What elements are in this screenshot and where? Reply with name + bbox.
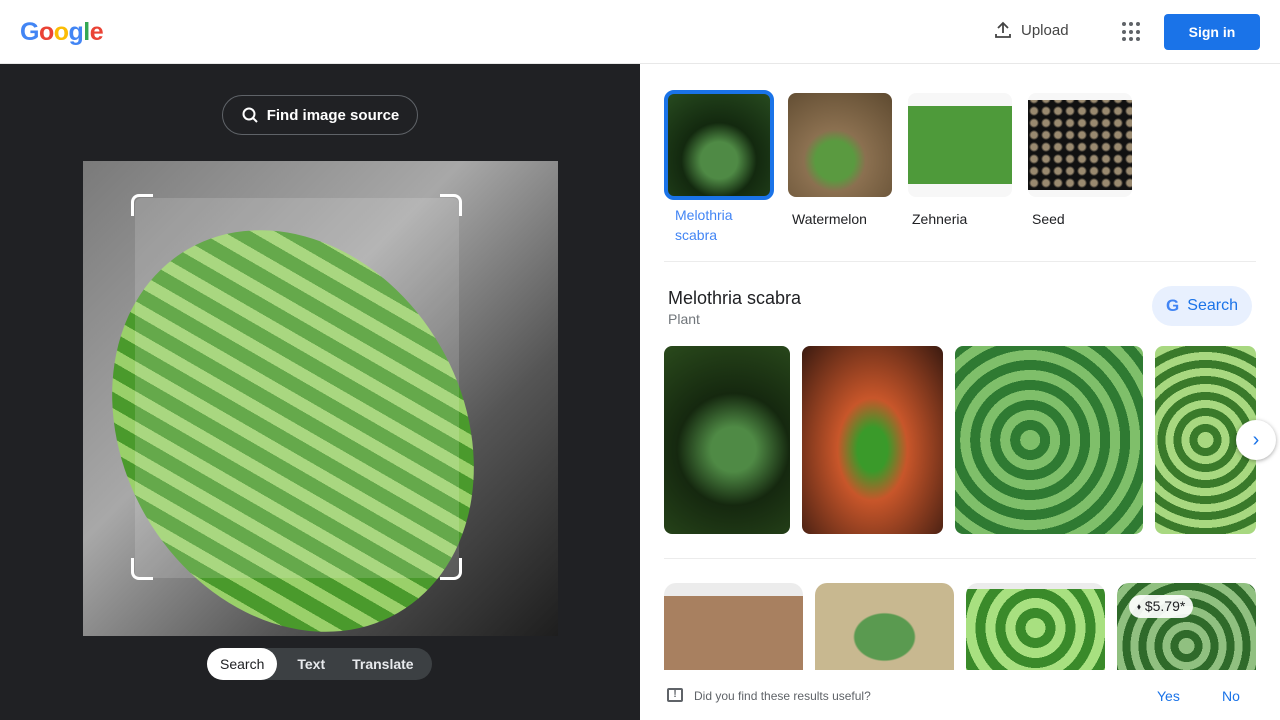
search-label: Search: [1187, 297, 1238, 314]
chevron-right-icon: ›: [1252, 428, 1260, 451]
chip-seed[interactable]: Seed: [1028, 93, 1132, 229]
find-image-source-button[interactable]: Find image source: [222, 95, 418, 135]
entity-subtitle: Plant: [668, 311, 700, 327]
result-image[interactable]: [966, 583, 1105, 673]
mode-text[interactable]: Text: [277, 648, 339, 680]
result-image[interactable]: [815, 583, 954, 673]
result-image[interactable]: [664, 346, 790, 534]
query-image: [83, 161, 558, 636]
result-image[interactable]: [955, 346, 1143, 534]
mode-search[interactable]: Search: [207, 648, 278, 680]
result-image[interactable]: [802, 346, 943, 534]
image-panel: Find image source Search Text Translate: [0, 64, 640, 720]
price-label: $5.79*: [1144, 598, 1186, 614]
header: Google Upload Sign in: [0, 0, 1280, 64]
feedback-yes-button[interactable]: Yes: [1157, 688, 1180, 704]
entity-title[interactable]: Melothria scabra: [668, 288, 801, 309]
feedback-icon: !: [667, 688, 683, 702]
feedback-no-button[interactable]: No: [1222, 688, 1240, 704]
feedback-question: Did you find these results useful?: [694, 689, 871, 703]
sign-in-button[interactable]: Sign in: [1164, 14, 1260, 50]
google-g-icon: G: [1166, 296, 1180, 315]
chip-melothria-scabra[interactable]: Melothria scabra: [664, 90, 774, 245]
price-badge: ⬪ $5.79*: [1129, 595, 1194, 618]
apps-grid-icon[interactable]: [1122, 22, 1142, 42]
crop-area[interactable]: [135, 198, 459, 578]
crop-handle-bottom-left[interactable]: [131, 558, 153, 580]
google-search-button[interactable]: G Search: [1152, 286, 1252, 326]
mode-switcher: Search Text Translate: [207, 648, 432, 680]
feedback-bar: ! Did you find these results useful? Yes…: [640, 670, 1280, 720]
chip-zehneria[interactable]: Zehneria: [908, 93, 1012, 229]
find-image-source-label: Find image source: [266, 106, 400, 124]
upload-icon: [995, 21, 1011, 38]
google-logo[interactable]: Google: [20, 18, 104, 47]
crop-handle-top-right[interactable]: [440, 194, 462, 216]
result-image[interactable]: ⬪ $5.79*: [1117, 583, 1256, 673]
divider: [664, 558, 1256, 559]
divider: [664, 261, 1256, 262]
crop-handle-top-left[interactable]: [131, 194, 153, 216]
crop-handle-bottom-right[interactable]: [440, 558, 462, 580]
price-tag-icon: ⬪: [1137, 598, 1141, 614]
upload-button[interactable]: Upload: [993, 20, 1069, 40]
mode-translate[interactable]: Translate: [339, 648, 426, 680]
lens-search-icon: [242, 107, 258, 123]
next-results-button[interactable]: ›: [1236, 420, 1276, 460]
result-image[interactable]: [664, 583, 803, 673]
upload-label: Upload: [1021, 21, 1069, 39]
chip-watermelon[interactable]: Watermelon: [788, 93, 892, 229]
results-panel: Melothria scabra Watermelon Zehneria See…: [640, 64, 1280, 720]
